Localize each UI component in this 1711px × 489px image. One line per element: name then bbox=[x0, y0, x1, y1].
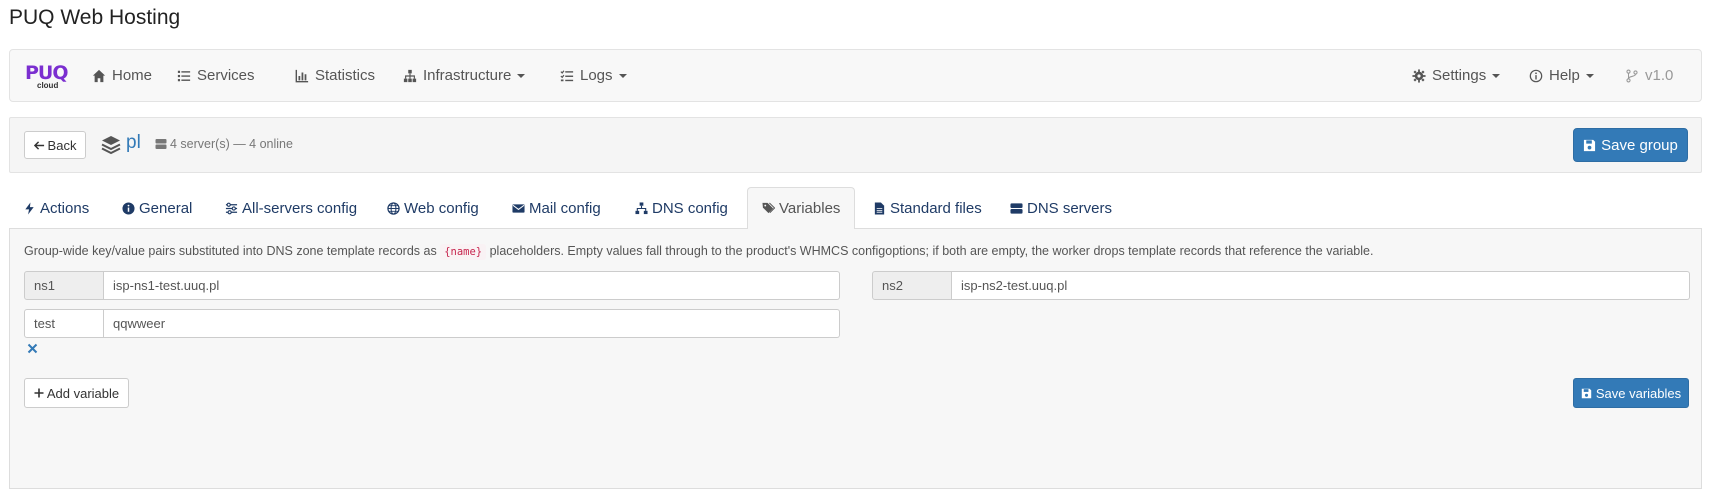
variable-row: test qqwweer bbox=[24, 309, 840, 338]
server-icon bbox=[155, 139, 167, 149]
nav-help-label: Help bbox=[1549, 67, 1580, 84]
page-title: PUQ Web Hosting bbox=[9, 6, 181, 29]
tab-variables[interactable]: Variables bbox=[747, 187, 856, 230]
nav-statistics[interactable]: Statistics bbox=[295, 50, 375, 101]
save-group-button[interactable]: Save group bbox=[1573, 128, 1688, 162]
tab-actions-label: Actions bbox=[40, 199, 90, 217]
chevron-down-icon bbox=[1492, 73, 1501, 78]
variables-description: Group-wide key/value pairs substituted i… bbox=[24, 244, 1374, 260]
version-label: v1.0 bbox=[1625, 50, 1673, 101]
sitemap-icon bbox=[403, 69, 417, 82]
nav-help[interactable]: Help bbox=[1529, 50, 1594, 101]
nav-settings-label: Settings bbox=[1432, 67, 1487, 84]
tab-mail-config[interactable]: Mail config bbox=[512, 187, 601, 229]
add-variable-button[interactable]: Add variable bbox=[24, 378, 129, 408]
remove-variable-icon[interactable] bbox=[27, 343, 38, 354]
nav-infrastructure[interactable]: Infrastructure bbox=[403, 50, 526, 101]
description-after: placeholders. Empty values fall through … bbox=[489, 244, 1374, 258]
variable-value-input[interactable]: isp-ns2-test.uuq.pl bbox=[952, 271, 1690, 300]
main-navbar: PUQ cloud Home Services Statistics Infra… bbox=[9, 49, 1702, 102]
tab-all-servers-config-label: All-servers config bbox=[242, 199, 358, 217]
variable-row: ns2 isp-ns2-test.uuq.pl bbox=[872, 271, 1690, 300]
group-name: pl bbox=[126, 132, 141, 153]
logo-subtext: cloud bbox=[37, 81, 59, 90]
variable-row: ns1 isp-ns1-test.uuq.pl bbox=[24, 271, 840, 300]
nav-infrastructure-label: Infrastructure bbox=[423, 67, 512, 84]
group-tabs: Actions General All-servers config Web c… bbox=[9, 187, 1702, 230]
version-text: v1.0 bbox=[1645, 67, 1674, 84]
save-variables-label: Save variables bbox=[1595, 385, 1682, 401]
variable-key-input[interactable]: test bbox=[24, 309, 104, 338]
home-icon bbox=[92, 69, 106, 82]
variable-value-input[interactable]: isp-ns1-test.uuq.pl bbox=[104, 271, 840, 300]
tab-variables-label: Variables bbox=[779, 200, 841, 217]
sliders-icon bbox=[225, 202, 238, 214]
back-button[interactable]: Back bbox=[24, 131, 86, 159]
variable-value-input[interactable]: qqwweer bbox=[104, 309, 840, 338]
layers-icon bbox=[101, 136, 121, 155]
tab-dns-servers-label: DNS servers bbox=[1027, 199, 1113, 217]
variables-panel: Group-wide key/value pairs substituted i… bbox=[9, 229, 1702, 489]
chevron-down-icon bbox=[517, 73, 526, 78]
network-icon bbox=[635, 201, 648, 214]
server-icon bbox=[1010, 202, 1023, 214]
nav-home[interactable]: Home bbox=[92, 50, 152, 101]
tab-actions[interactable]: Actions bbox=[23, 187, 89, 229]
info-icon bbox=[1529, 69, 1543, 82]
info-circle-icon bbox=[122, 201, 135, 215]
chevron-down-icon bbox=[1585, 73, 1594, 78]
tasks-icon bbox=[560, 69, 574, 81]
globe-icon bbox=[387, 201, 400, 215]
server-status: 4 server(s) — 4 online bbox=[155, 137, 293, 151]
nav-settings[interactable]: Settings bbox=[1412, 50, 1501, 101]
nav-services-label: Services bbox=[197, 67, 255, 84]
tab-general[interactable]: General bbox=[122, 187, 192, 229]
description-before: Group-wide key/value pairs substituted i… bbox=[24, 244, 437, 258]
branch-icon bbox=[1626, 69, 1638, 82]
group-header: Back pl 4 server(s) — 4 online Save grou… bbox=[9, 117, 1702, 173]
nav-logs-label: Logs bbox=[580, 67, 613, 84]
arrow-left-icon bbox=[33, 140, 44, 150]
tab-standard-files-label: Standard files bbox=[890, 199, 982, 217]
tab-dns-config[interactable]: DNS config bbox=[635, 187, 728, 229]
tags-icon bbox=[762, 202, 775, 214]
envelope-icon bbox=[512, 203, 525, 213]
tab-dns-config-label: DNS config bbox=[652, 199, 728, 217]
puq-cloud-logo[interactable]: PUQ cloud bbox=[25, 64, 73, 91]
save-group-label: Save group bbox=[1601, 136, 1678, 154]
list-icon bbox=[177, 70, 191, 81]
back-label: Back bbox=[47, 137, 77, 153]
save-icon bbox=[1584, 139, 1596, 151]
save-variables-button[interactable]: Save variables bbox=[1573, 378, 1689, 408]
gear-icon bbox=[1412, 68, 1426, 83]
placeholder-code: {name} bbox=[440, 244, 487, 260]
server-status-text: 4 server(s) — 4 online bbox=[170, 137, 293, 151]
chevron-down-icon bbox=[618, 73, 627, 78]
variable-key: ns1 bbox=[24, 271, 104, 300]
nav-logs[interactable]: Logs bbox=[560, 50, 627, 101]
bolt-icon bbox=[25, 201, 34, 215]
save-icon bbox=[1581, 388, 1592, 398]
tab-web-config[interactable]: Web config bbox=[387, 187, 479, 229]
file-icon bbox=[874, 201, 885, 215]
nav-statistics-label: Statistics bbox=[315, 67, 376, 84]
tab-web-config-label: Web config bbox=[404, 199, 479, 217]
nav-home-label: Home bbox=[112, 67, 153, 84]
plus-icon bbox=[34, 388, 44, 398]
tab-mail-config-label: Mail config bbox=[529, 199, 601, 217]
tab-standard-files[interactable]: Standard files bbox=[873, 187, 982, 229]
tab-dns-servers[interactable]: DNS servers bbox=[1010, 187, 1112, 229]
variable-key: ns2 bbox=[872, 271, 952, 300]
tab-general-label: General bbox=[139, 199, 193, 217]
nav-services[interactable]: Services bbox=[177, 50, 255, 101]
chart-icon bbox=[295, 69, 309, 82]
add-variable-label: Add variable bbox=[46, 385, 120, 401]
tab-all-servers-config[interactable]: All-servers config bbox=[225, 187, 357, 229]
